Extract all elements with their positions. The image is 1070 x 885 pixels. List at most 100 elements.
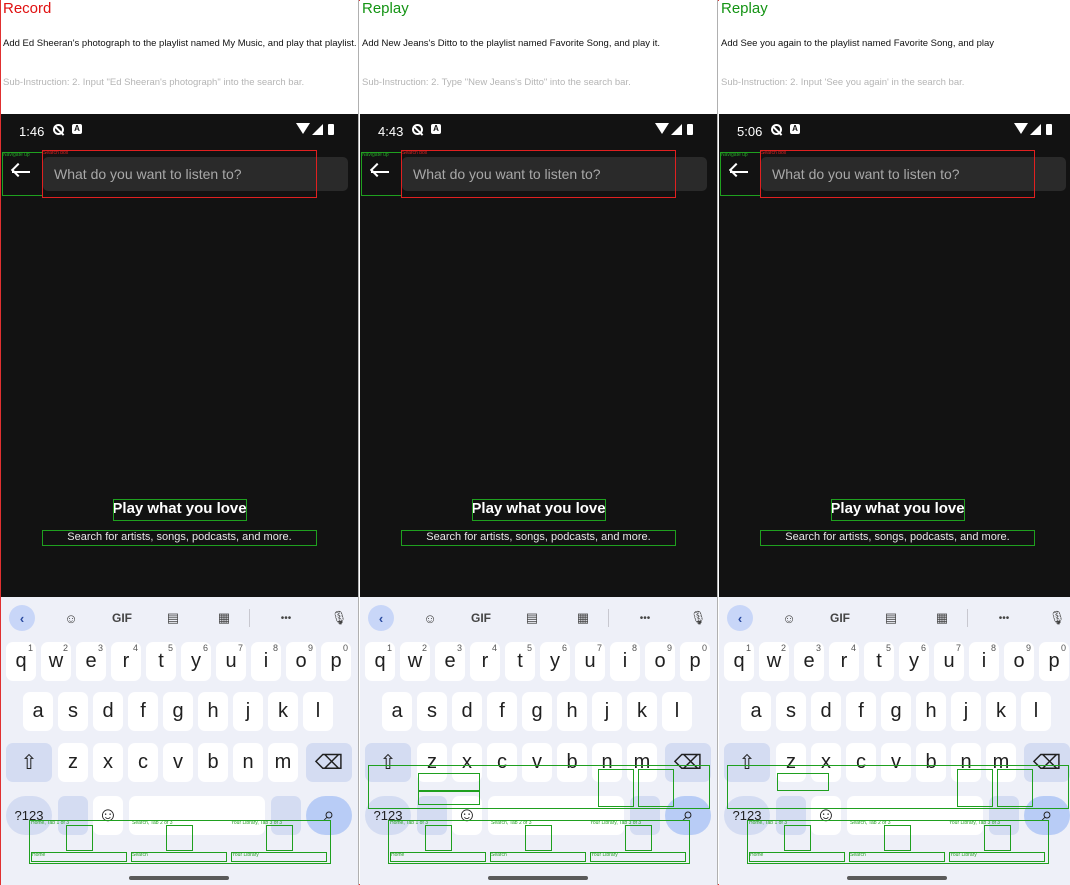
key[interactable]: y6	[540, 642, 570, 681]
key[interactable]: u7	[575, 642, 605, 681]
gif-button[interactable]: GIF	[468, 605, 494, 631]
key[interactable]: j	[592, 692, 622, 731]
key[interactable]: s	[776, 692, 806, 731]
more-icon[interactable]: •••	[632, 605, 658, 631]
shift-key[interactable]: ⇧	[6, 743, 52, 782]
sticker-icon[interactable]: ☺	[58, 605, 84, 631]
key[interactable]: q1	[6, 642, 36, 681]
key[interactable]: a	[741, 692, 771, 731]
key[interactable]: b	[198, 743, 228, 782]
key[interactable]: o9	[1004, 642, 1034, 681]
key[interactable]: a	[23, 692, 53, 731]
key[interactable]: e3	[76, 642, 106, 681]
key[interactable]: h	[198, 692, 228, 731]
mic-icon[interactable]: 🎙	[1044, 605, 1070, 631]
key[interactable]: j	[233, 692, 263, 731]
key[interactable]: i8	[610, 642, 640, 681]
key[interactable]: z	[58, 743, 88, 782]
key[interactable]: t5	[864, 642, 894, 681]
key[interactable]: p0	[680, 642, 710, 681]
key[interactable]: k	[627, 692, 657, 731]
key[interactable]: i8	[969, 642, 999, 681]
toolbar-divider	[608, 609, 609, 627]
key[interactable]: f	[846, 692, 876, 731]
keyboard-icon[interactable]: ▦	[570, 605, 596, 631]
mic-icon[interactable]: 🎙	[326, 605, 352, 631]
key[interactable]: g	[522, 692, 552, 731]
key[interactable]: d	[811, 692, 841, 731]
key[interactable]: h	[916, 692, 946, 731]
overlay-label: Navigate up	[3, 152, 30, 158]
gif-button[interactable]: GIF	[827, 605, 853, 631]
key[interactable]: t5	[505, 642, 535, 681]
more-icon[interactable]: •••	[991, 605, 1017, 631]
key[interactable]: l	[662, 692, 692, 731]
more-icon[interactable]: •••	[273, 605, 299, 631]
clipboard-icon[interactable]: ▤	[519, 605, 545, 631]
key[interactable]: k	[268, 692, 298, 731]
keyboard-icon[interactable]: ▦	[211, 605, 237, 631]
key[interactable]: t5	[146, 642, 176, 681]
dnd-icon	[53, 124, 64, 135]
backspace-key[interactable]: ⌫	[306, 743, 352, 782]
collapse-icon[interactable]: ‹	[727, 605, 753, 631]
mic-icon[interactable]: 🎙	[685, 605, 711, 631]
clipboard-icon[interactable]: ▤	[160, 605, 186, 631]
key[interactable]: o9	[645, 642, 675, 681]
key[interactable]: f	[487, 692, 517, 731]
collapse-icon[interactable]: ‹	[9, 605, 35, 631]
sticker-icon[interactable]: ☺	[417, 605, 443, 631]
key[interactable]: h	[557, 692, 587, 731]
title-box	[831, 499, 965, 521]
key[interactable]: w2	[759, 642, 789, 681]
overlay-label: Your Library	[950, 852, 977, 858]
gesture-handle[interactable]	[129, 876, 229, 880]
key[interactable]: i8	[251, 642, 281, 681]
key[interactable]: l	[1021, 692, 1051, 731]
panel-title: Replay	[362, 0, 409, 17]
key[interactable]: m	[268, 743, 298, 782]
key[interactable]: n	[233, 743, 263, 782]
key[interactable]: u7	[216, 642, 246, 681]
key[interactable]: k	[986, 692, 1016, 731]
key[interactable]: x	[93, 743, 123, 782]
gif-button[interactable]: GIF	[109, 605, 135, 631]
keyboard-icon[interactable]: ▦	[929, 605, 955, 631]
key[interactable]: q1	[365, 642, 395, 681]
key[interactable]: v	[163, 743, 193, 782]
key[interactable]: c	[128, 743, 158, 782]
key[interactable]: u7	[934, 642, 964, 681]
key[interactable]: g	[163, 692, 193, 731]
gesture-handle[interactable]	[488, 876, 588, 880]
key[interactable]: y6	[181, 642, 211, 681]
key[interactable]: s	[417, 692, 447, 731]
key[interactable]: f	[128, 692, 158, 731]
key[interactable]: o9	[286, 642, 316, 681]
key[interactable]: e3	[794, 642, 824, 681]
status-time: 5:06	[737, 124, 763, 139]
key[interactable]: w2	[400, 642, 430, 681]
overlay-label: Home	[32, 852, 46, 858]
key[interactable]: g	[881, 692, 911, 731]
gesture-handle[interactable]	[847, 876, 947, 880]
key[interactable]: j	[951, 692, 981, 731]
key[interactable]: s	[58, 692, 88, 731]
key[interactable]: r4	[470, 642, 500, 681]
key[interactable]: p0	[1039, 642, 1069, 681]
key[interactable]: q1	[724, 642, 754, 681]
overlay-box	[957, 769, 993, 807]
key[interactable]: d	[452, 692, 482, 731]
key[interactable]: e3	[435, 642, 465, 681]
clipboard-icon[interactable]: ▤	[878, 605, 904, 631]
key[interactable]: l	[303, 692, 333, 731]
key[interactable]: a	[382, 692, 412, 731]
key[interactable]: w2	[41, 642, 71, 681]
sticker-icon[interactable]: ☺	[776, 605, 802, 631]
key[interactable]: r4	[829, 642, 859, 681]
key[interactable]: d	[93, 692, 123, 731]
collapse-icon[interactable]: ‹	[368, 605, 394, 631]
key[interactable]: r4	[111, 642, 141, 681]
key[interactable]: p0	[321, 642, 351, 681]
key[interactable]: y6	[899, 642, 929, 681]
overlay-label: Home, Tab 1 of 3	[31, 820, 69, 826]
